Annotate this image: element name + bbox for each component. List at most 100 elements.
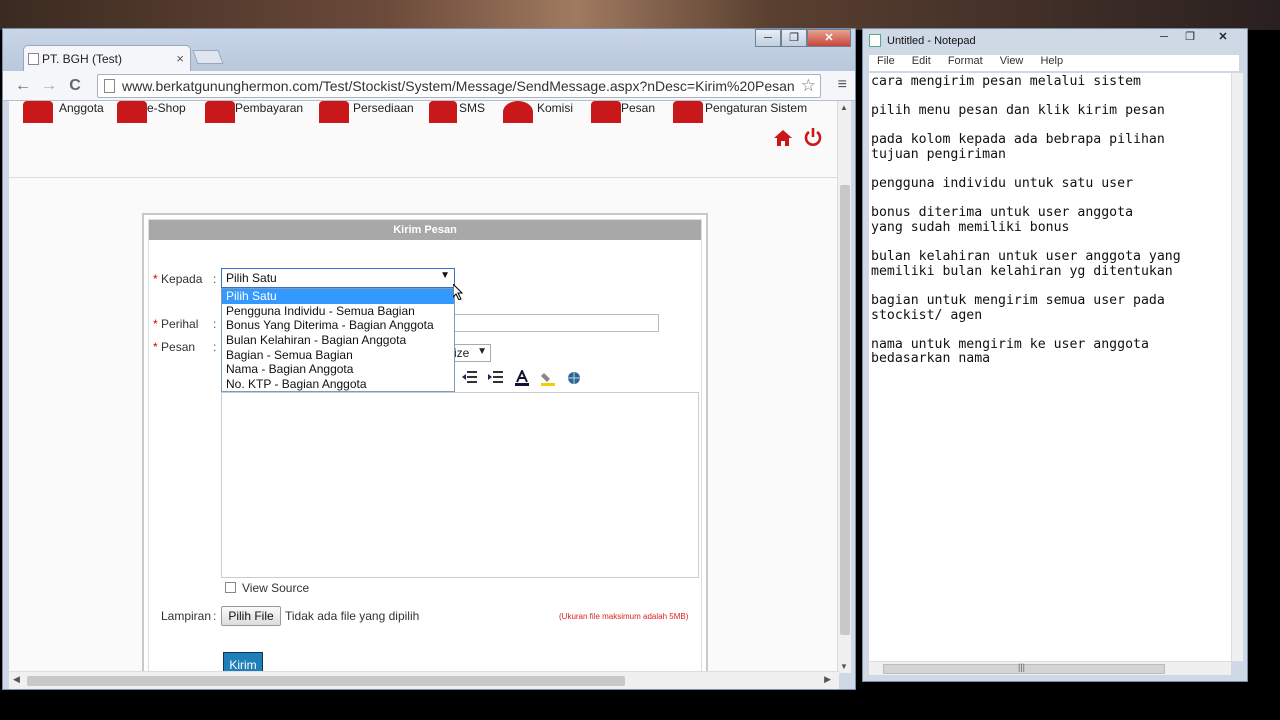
notepad-icon bbox=[869, 34, 881, 47]
notepad-title: Untitled - Notepad bbox=[887, 35, 976, 47]
browser-tab[interactable]: PT. BGH (Test) × bbox=[23, 45, 191, 71]
text-line bbox=[871, 236, 1231, 251]
minimize-button[interactable]: ─ bbox=[755, 29, 781, 47]
bookmark-star-icon[interactable]: ☆ bbox=[801, 76, 816, 96]
kepada-label: * Kepada bbox=[153, 272, 202, 286]
menu-view[interactable]: View bbox=[1000, 55, 1024, 67]
notepad-horizontal-scrollbar[interactable]: ||| bbox=[869, 661, 1231, 675]
menu-format[interactable]: Format bbox=[948, 55, 983, 67]
required-mark: * bbox=[153, 272, 158, 286]
notepad-vertical-scrollbar[interactable] bbox=[1231, 73, 1243, 661]
send-button[interactable]: Kirim bbox=[223, 652, 263, 673]
notepad-window-controls: ─ ❐ ✕ bbox=[1151, 29, 1243, 47]
scrollbar-grip: ||| bbox=[1018, 662, 1026, 672]
browser-toolbar: ← → C www.berkatgununghermon.com/Test/St… bbox=[3, 71, 855, 101]
colon: : bbox=[213, 340, 217, 354]
insert-link-icon[interactable] bbox=[565, 370, 583, 388]
text-line: pada kolom kepada ada bebrapa pilihan bbox=[871, 132, 1165, 148]
scroll-right-icon[interactable]: ▶ bbox=[824, 674, 831, 685]
scrollbar-thumb[interactable] bbox=[840, 185, 850, 635]
text-line: bulan kelahiran untuk user anggota yang bbox=[871, 249, 1181, 265]
horizontal-scrollbar[interactable]: ◀ ▶ bbox=[9, 671, 839, 689]
kepada-dropdown: Pilih Satu Pengguna Individu - Semua Bag… bbox=[221, 288, 455, 392]
browser-menu-icon[interactable]: ≡ bbox=[838, 76, 847, 94]
site-menu: Anggota e-Shop Pembayaran Persediaan SMS… bbox=[9, 101, 839, 123]
payment-icon bbox=[205, 101, 235, 123]
colon: : bbox=[213, 272, 217, 286]
send-message-panel: Kirim Pesan * Kepada : Pilih Satu ▼ Pili… bbox=[142, 213, 708, 673]
scroll-down-icon[interactable]: ▼ bbox=[840, 662, 848, 671]
menu-edit[interactable]: Edit bbox=[912, 55, 931, 67]
browser-window-controls: ─ ❐ ✕ bbox=[755, 29, 851, 47]
scrollbar-thumb[interactable] bbox=[27, 676, 625, 686]
dropdown-option[interactable]: Pilih Satu bbox=[222, 289, 454, 304]
editor-toolbar bbox=[461, 368, 583, 390]
scrollbar-thumb[interactable]: ||| bbox=[883, 662, 1165, 674]
maximize-button[interactable]: ❐ bbox=[781, 29, 807, 47]
text-line bbox=[871, 119, 1231, 134]
panel-body: Kirim Pesan * Kepada : Pilih Satu ▼ Pili… bbox=[148, 219, 702, 673]
menu-help[interactable]: Help bbox=[1040, 55, 1063, 67]
font-size-select[interactable]: ize ▼ bbox=[449, 344, 491, 362]
file-size-note: (Ukuran file maksimum adalah 5MB) bbox=[559, 612, 689, 621]
menu-item-label: Pesan bbox=[621, 101, 656, 115]
maximize-button[interactable]: ❐ bbox=[1177, 29, 1203, 47]
text-line bbox=[871, 279, 1231, 294]
indent-icon[interactable] bbox=[487, 370, 505, 388]
dropdown-option[interactable]: Bulan Kelahiran - Bagian Anggota bbox=[222, 333, 454, 348]
address-bar[interactable]: www.berkatgununghermon.com/Test/Stockist… bbox=[97, 74, 821, 98]
new-tab-button[interactable] bbox=[192, 50, 224, 64]
dropdown-option[interactable]: No. KTP - Bagian Anggota bbox=[222, 377, 454, 392]
dropdown-option[interactable]: Bagian - Semua Bagian bbox=[222, 348, 454, 363]
page-icon bbox=[104, 79, 115, 93]
text-line: bonus diterima untuk user anggota bbox=[871, 205, 1134, 221]
text-line bbox=[871, 323, 1231, 338]
inventory-icon bbox=[319, 101, 349, 123]
sms-icon bbox=[429, 101, 457, 123]
kepada-label-text: Kepada bbox=[161, 272, 203, 286]
colon: : bbox=[213, 317, 217, 331]
menu-file[interactable]: File bbox=[877, 55, 895, 67]
menu-item-label: Pembayaran bbox=[235, 101, 304, 115]
text-line: cara mengirim pesan melalui sistem bbox=[871, 74, 1141, 89]
dropdown-option[interactable]: Nama - Bagian Anggota bbox=[222, 362, 454, 377]
dropdown-option[interactable]: Bonus Yang Diterima - Bagian Anggota bbox=[222, 318, 454, 333]
forward-arrow-icon[interactable]: → bbox=[39, 76, 59, 96]
text-line: bagian untuk mengirim semua user pada bbox=[871, 292, 1165, 308]
tools-icon bbox=[673, 101, 703, 123]
tab-close-icon[interactable]: × bbox=[176, 51, 184, 66]
page-favicon-icon bbox=[28, 53, 39, 65]
text-line bbox=[871, 192, 1231, 207]
notepad-text-area[interactable]: cara mengirim pesan melalui sistem pilih… bbox=[869, 73, 1231, 661]
panel-title: Kirim Pesan bbox=[149, 220, 701, 240]
tab-title: PT. BGH (Test) bbox=[42, 52, 123, 66]
kepada-select[interactable]: Pilih Satu ▼ bbox=[221, 268, 455, 288]
scroll-up-icon[interactable]: ▲ bbox=[840, 103, 848, 112]
reload-icon[interactable]: C bbox=[65, 76, 85, 96]
choose-file-button[interactable]: Pilih File bbox=[221, 606, 281, 626]
home-icon[interactable] bbox=[773, 129, 793, 147]
dropdown-option[interactable]: Pengguna Individu - Semua Bagian bbox=[222, 304, 454, 319]
message-editor[interactable] bbox=[221, 392, 699, 578]
chevron-down-icon: ▼ bbox=[440, 270, 450, 281]
kepada-select-value: Pilih Satu bbox=[226, 271, 277, 285]
close-window-button[interactable]: ✕ bbox=[1203, 29, 1243, 47]
notepad-window: Untitled - Notepad ─ ❐ ✕ File Edit Forma… bbox=[862, 28, 1248, 682]
text-line: yang sudah memiliki bonus bbox=[871, 219, 1070, 235]
power-icon[interactable] bbox=[803, 127, 823, 147]
browser-window: PT. BGH (Test) × ─ ❐ ✕ ← → C www.berkatg… bbox=[2, 28, 856, 690]
user-icon bbox=[23, 101, 53, 123]
highlight-color-icon[interactable] bbox=[539, 370, 557, 388]
money-icon bbox=[503, 101, 533, 123]
browser-titlebar: PT. BGH (Test) × ─ ❐ ✕ bbox=[3, 29, 855, 71]
scroll-left-icon[interactable]: ◀ bbox=[13, 674, 20, 685]
text-color-icon[interactable] bbox=[513, 368, 531, 388]
outdent-icon[interactable] bbox=[461, 370, 479, 388]
back-arrow-icon[interactable]: ← bbox=[13, 76, 33, 96]
view-source-checkbox[interactable] bbox=[225, 582, 236, 593]
divider bbox=[9, 177, 839, 178]
vertical-scrollbar[interactable]: ▲ ▼ bbox=[837, 101, 851, 673]
close-window-button[interactable]: ✕ bbox=[807, 29, 851, 47]
menu-item-label: SMS bbox=[459, 101, 486, 115]
minimize-button[interactable]: ─ bbox=[1151, 29, 1177, 47]
